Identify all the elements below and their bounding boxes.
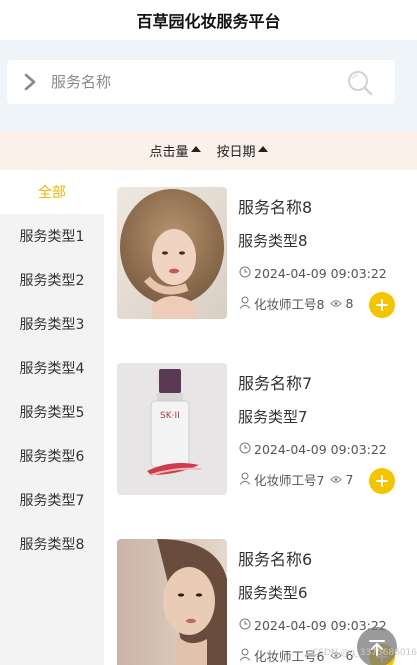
service-time: 2024-04-09 09:03:22 (239, 442, 387, 457)
user-icon (239, 648, 251, 664)
sort-by-date-label: 按日期 (216, 144, 256, 160)
eye-icon (330, 296, 343, 311)
add-button[interactable] (369, 292, 395, 318)
user-icon (239, 296, 251, 312)
clock-icon (239, 618, 251, 633)
view-count: 8 (330, 296, 353, 311)
page-title: 百草园化妆服务平台 (136, 12, 281, 31)
service-name: 服务名称6 (238, 550, 313, 569)
service-type: 服务类型8 (238, 232, 308, 250)
service-type: 服务类型6 (238, 584, 308, 602)
service-card[interactable]: 服务名称8 服务类型8 2024-04-09 09:03:22 化妆师工号8 8 (104, 170, 417, 319)
search-section (0, 40, 417, 130)
add-button[interactable] (369, 468, 395, 494)
service-image[interactable] (117, 187, 227, 319)
sort-by-clicks-button[interactable]: 点击量 (149, 141, 201, 160)
sidebar-item-type-1[interactable]: 服务类型1 (0, 214, 104, 258)
sidebar-item-type-5[interactable]: 服务类型5 (0, 390, 104, 434)
sidebar-item-type-3[interactable]: 服务类型3 (0, 302, 104, 346)
eye-icon (330, 472, 343, 487)
clock-icon (239, 442, 251, 457)
search-input[interactable] (51, 73, 331, 91)
view-count: 7 (330, 472, 353, 487)
sort-by-date-button[interactable]: 按日期 (217, 141, 268, 160)
sort-by-clicks-label: 点击量 (149, 144, 189, 160)
artist-id: 化妆师工号8 (254, 297, 325, 312)
sidebar-item-all[interactable]: 全部 (0, 170, 104, 214)
service-meta: 化妆师工号8 8 (239, 294, 353, 313)
service-time-text: 2024-04-09 09:03:22 (254, 266, 387, 281)
view-count-text: 8 (345, 296, 354, 311)
chevron-right-icon[interactable] (23, 73, 41, 91)
service-time: 2024-04-09 09:03:22 (239, 266, 387, 281)
sort-bar: 点击量 按日期 (0, 130, 417, 170)
sidebar-item-type-4[interactable]: 服务类型4 (0, 346, 104, 390)
plus-icon (376, 475, 388, 487)
service-card[interactable]: SK·II 服务名称7 服务类型7 2024-04-09 09:03:22 化妆… (104, 346, 417, 495)
sidebar-item-type-2[interactable]: 服务类型2 (0, 258, 104, 302)
search-icon[interactable] (347, 70, 373, 96)
service-list: 服务名称8 服务类型8 2024-04-09 09:03:22 化妆师工号8 8 (104, 170, 417, 665)
clock-icon (239, 266, 251, 281)
sidebar-item-type-6[interactable]: 服务类型6 (0, 434, 104, 478)
service-meta: 化妆师工号7 7 (239, 470, 353, 489)
sidebar-item-type-8[interactable]: 服务类型8 (0, 522, 104, 566)
sort-up-icon (257, 146, 268, 152)
plus-icon (376, 299, 388, 311)
service-image[interactable]: SK·II (117, 363, 227, 495)
artist-id: 化妆师工号7 (254, 473, 325, 488)
view-count-text: 7 (345, 472, 354, 487)
category-sidebar: 全部 服务类型1 服务类型2 服务类型3 服务类型4 服务类型5 服务类型6 服… (0, 170, 104, 665)
service-image[interactable] (117, 539, 227, 665)
user-icon (239, 472, 251, 488)
service-name: 服务名称8 (238, 198, 313, 217)
svg-text:SK·II: SK·II (160, 411, 180, 421)
sidebar-item-type-7[interactable]: 服务类型7 (0, 478, 104, 522)
service-time-text: 2024-04-09 09:03:22 (254, 442, 387, 457)
app-header: 百草园化妆服务平台 (0, 0, 417, 40)
service-name: 服务名称7 (238, 374, 313, 393)
search-bar (7, 60, 395, 104)
back-to-top-button[interactable] (357, 627, 397, 665)
sort-up-icon (190, 146, 201, 152)
watermark: CSDN @q_3375686016 (312, 648, 417, 658)
service-type: 服务类型7 (238, 408, 308, 426)
